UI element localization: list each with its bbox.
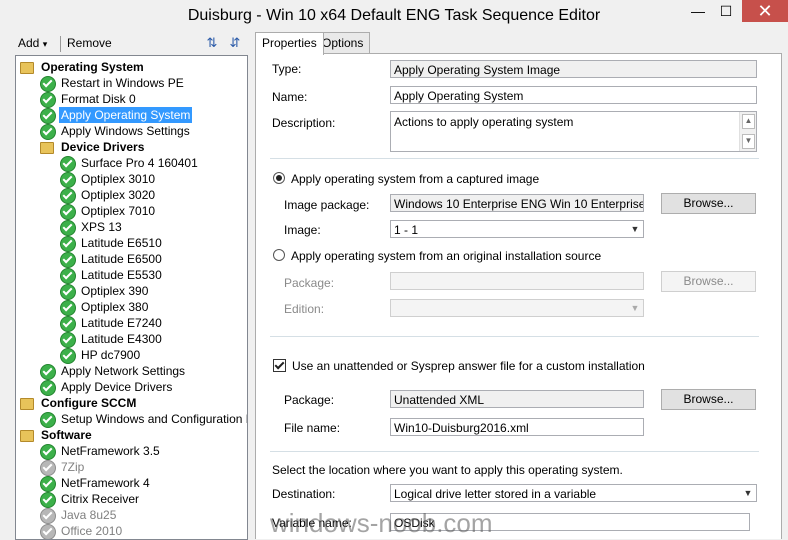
- check-icon: [60, 284, 76, 300]
- check-icon: [40, 364, 56, 380]
- window-title: Duisburg - Win 10 x64 Default ENG Task S…: [187, 7, 601, 24]
- check-icon: [40, 476, 56, 492]
- check-icon: [60, 348, 76, 364]
- disabled-check-icon: [40, 460, 56, 476]
- unattended-package-label: Package:: [284, 393, 335, 407]
- move-up-icon[interactable]: ⇅: [204, 35, 220, 51]
- unattended-browse-button[interactable]: Browse...: [661, 389, 756, 410]
- title-bar: Duisburg - Win 10 x64 Default ENG Task S…: [0, 0, 788, 32]
- minimize-button[interactable]: —: [684, 0, 712, 22]
- image-select-value: 1 - 1: [394, 223, 419, 237]
- check-icon: [60, 156, 76, 172]
- check-icon: [60, 220, 76, 236]
- check-icon: [40, 92, 56, 108]
- divider: [270, 451, 759, 452]
- image-package-label: Image package:: [284, 198, 370, 212]
- toolbar-divider: [60, 36, 61, 52]
- name-label: Name:: [272, 90, 308, 104]
- check-icon: [40, 124, 56, 140]
- name-input[interactable]: Apply Operating System: [390, 86, 757, 104]
- destination-select[interactable]: Logical drive letter stored in a variabl…: [390, 484, 757, 502]
- description-text: Actions to apply operating system: [394, 115, 574, 129]
- check-icon: [40, 444, 56, 460]
- edition-select[interactable]: ▼: [390, 299, 644, 317]
- add-label: Add: [18, 36, 40, 50]
- image-select[interactable]: 1 - 1 ▼: [390, 220, 644, 238]
- divider: [270, 336, 759, 337]
- destination-label: Destination:: [272, 487, 336, 501]
- disabled-check-icon: [40, 508, 56, 524]
- source-package-label: Package:: [284, 276, 335, 290]
- filename-label: File name:: [284, 421, 341, 435]
- tab-properties[interactable]: Properties: [255, 32, 324, 55]
- chevron-down-icon: ▼: [743, 488, 753, 498]
- move-down-icon[interactable]: ⇵: [227, 35, 243, 51]
- folder-icon: [20, 398, 34, 410]
- original-source-radio-label: Apply operating system from an original …: [291, 249, 602, 263]
- check-icon: [60, 268, 76, 284]
- scroll-down-icon[interactable]: ▼: [742, 134, 755, 149]
- check-icon: [60, 188, 76, 204]
- destination-select-value: Logical drive letter stored in a variabl…: [394, 487, 597, 501]
- image-label: Image:: [284, 223, 321, 237]
- add-menu-button[interactable]: Add ▾: [18, 36, 47, 50]
- check-icon: [60, 300, 76, 316]
- remove-button[interactable]: Remove: [67, 36, 112, 50]
- unattended-checkbox[interactable]: [273, 359, 286, 372]
- chevron-down-icon: ▼: [630, 303, 640, 313]
- check-icon: [60, 204, 76, 220]
- divider: [270, 158, 759, 159]
- description-label: Description:: [272, 116, 336, 130]
- scroll-up-icon[interactable]: ▲: [742, 114, 755, 129]
- properties-panel: Type: Apply Operating System Image Name:…: [255, 53, 782, 539]
- description-scrollbar[interactable]: ▲ ▼: [739, 112, 756, 151]
- check-icon: [60, 252, 76, 268]
- unattended-package-field: Unattended XML: [390, 390, 644, 408]
- task-sequence-tree[interactable]: Operating System Restart in Windows PE F…: [15, 55, 248, 540]
- pane-splitter[interactable]: [248, 32, 254, 538]
- image-package-browse-button[interactable]: Browse...: [661, 193, 756, 214]
- chevron-down-icon: ▾: [42, 39, 48, 49]
- check-icon: [60, 316, 76, 332]
- check-icon: [60, 172, 76, 188]
- original-source-radio[interactable]: [273, 249, 285, 261]
- image-package-field: Windows 10 Enterprise ENG Win 10 Enterpr…: [390, 194, 644, 212]
- type-field: Apply Operating System Image: [390, 60, 757, 78]
- source-package-browse-button[interactable]: Browse...: [661, 271, 756, 292]
- folder-icon: [20, 62, 34, 74]
- check-icon: [40, 380, 56, 396]
- watermark-text: windows-noob.com: [270, 508, 493, 538]
- folder-icon: [20, 430, 34, 442]
- captured-image-radio[interactable]: [273, 172, 285, 184]
- check-icon: [60, 236, 76, 252]
- chevron-down-icon: ▼: [630, 224, 640, 234]
- captured-image-radio-label: Apply operating system from a captured i…: [291, 172, 540, 186]
- type-label: Type:: [272, 62, 302, 76]
- filename-input[interactable]: Win10-Duisburg2016.xml: [390, 418, 644, 436]
- check-icon: [40, 492, 56, 508]
- check-icon: [40, 108, 56, 124]
- folder-icon: [40, 142, 54, 154]
- check-icon: [60, 332, 76, 348]
- location-instructions: Select the location where you want to ap…: [272, 463, 623, 477]
- edition-label: Edition:: [284, 302, 325, 316]
- unattended-checkbox-label: Use an unattended or Sysprep answer file…: [292, 359, 645, 373]
- check-icon: [40, 412, 56, 428]
- maximize-button[interactable]: ☐: [712, 0, 740, 22]
- check-icon: [40, 76, 56, 92]
- source-package-field: [390, 272, 644, 290]
- description-textarea[interactable]: Actions to apply operating system ▲ ▼: [390, 111, 757, 152]
- close-button[interactable]: ✕: [742, 0, 788, 22]
